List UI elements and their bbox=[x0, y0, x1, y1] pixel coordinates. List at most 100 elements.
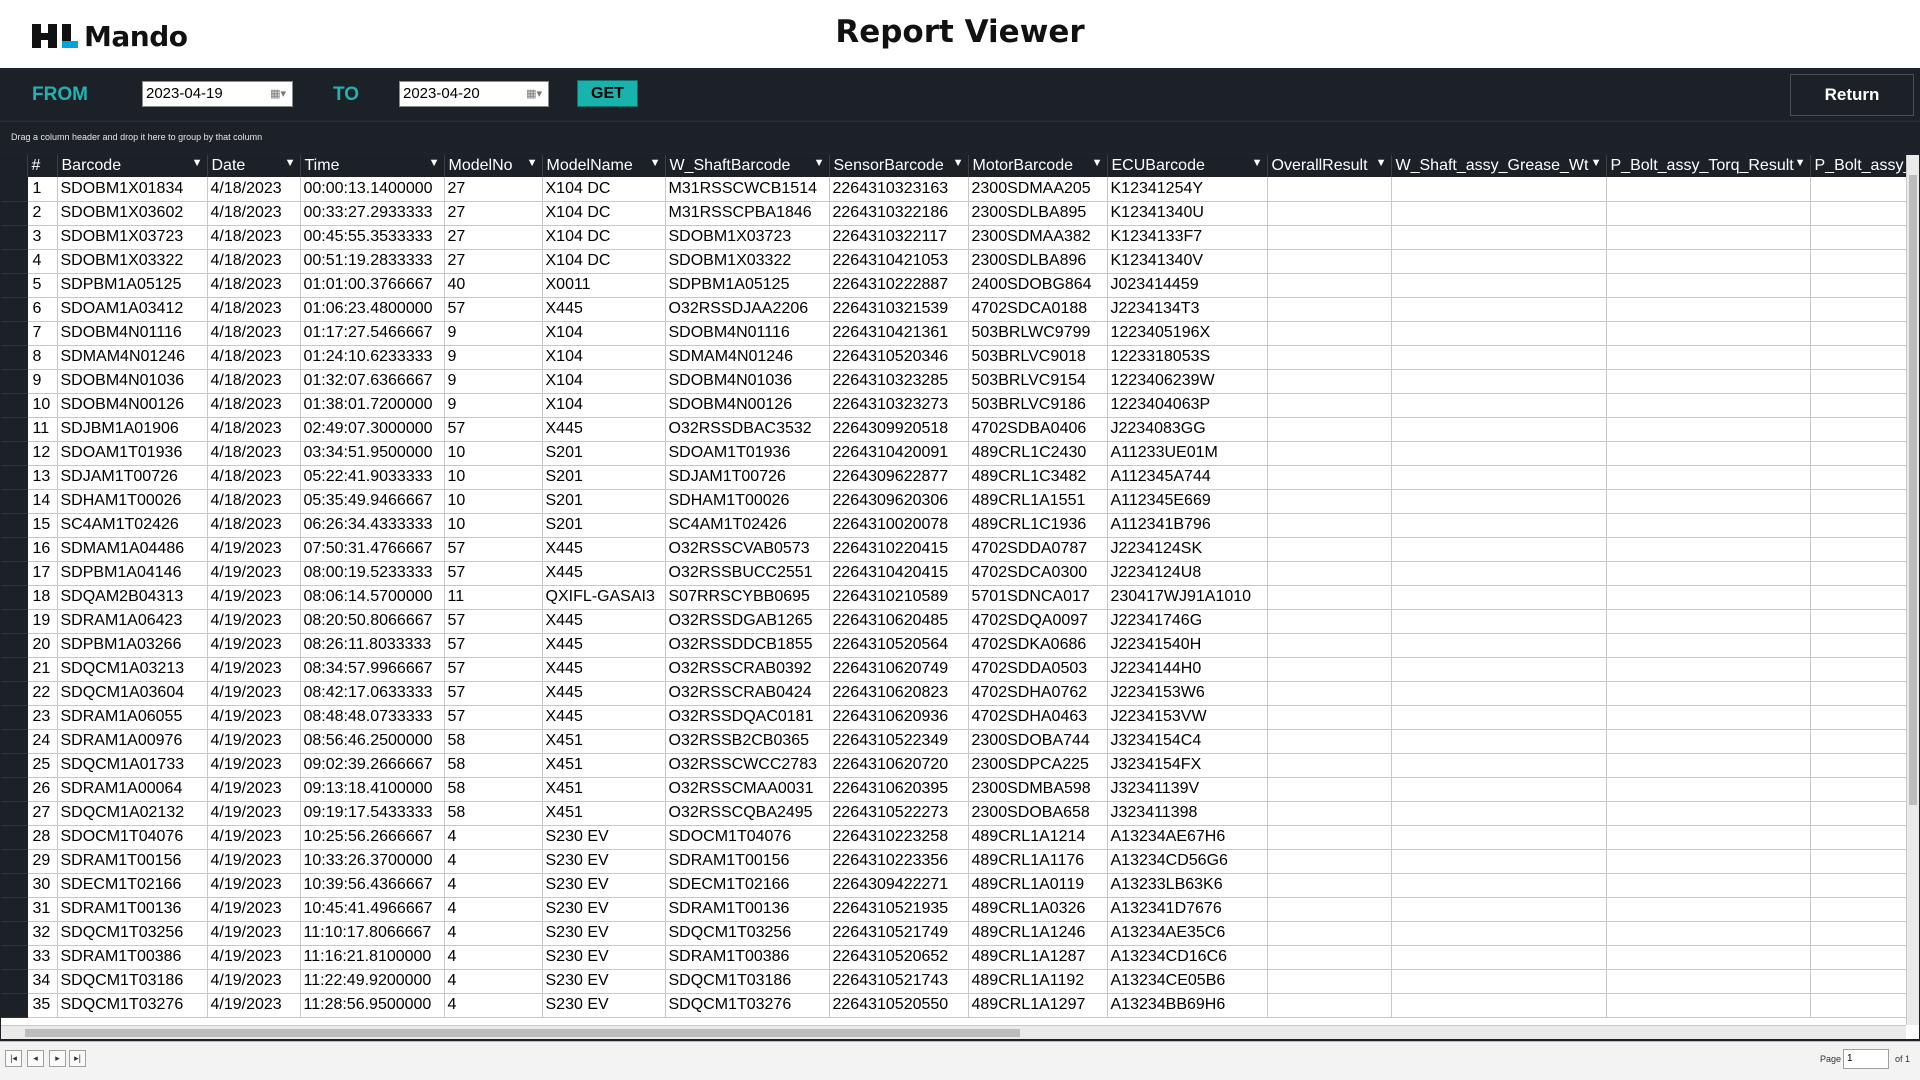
row-selector[interactable] bbox=[1, 777, 28, 802]
table-row[interactable]: 32 SDQCM1T03256 4/19/2023 11:10:17.8066667 4… bbox=[1, 921, 1907, 946]
last-page-icon[interactable]: ▸| bbox=[69, 1050, 86, 1067]
table-row[interactable]: 20 SDPBM1A03266 4/19/2023 08:26:11.8033333 5… bbox=[1, 633, 1907, 658]
table-row[interactable]: 13 SDJAM1T00726 4/18/2023 05:22:41.9033333 1… bbox=[1, 465, 1907, 490]
column-header[interactable]: W_ShaftBarcode ▼ bbox=[665, 155, 830, 177]
row-selector[interactable] bbox=[1, 993, 28, 1018]
table-row[interactable]: 11 SDJBM1A01906 4/18/2023 02:49:07.3000000 5… bbox=[1, 417, 1907, 442]
row-selector[interactable] bbox=[1, 921, 28, 946]
vertical-scroll-thumb[interactable] bbox=[1909, 175, 1917, 805]
table-row[interactable]: 33 SDRAM1T00386 4/19/2023 11:16:21.8100000 4… bbox=[1, 945, 1907, 970]
to-date-picker[interactable]: 2023-04-20 ▦▾ bbox=[399, 81, 549, 107]
filter-icon[interactable]: ▼ bbox=[1795, 157, 1806, 169]
table-row[interactable]: 7 SDOBM4N01116 4/18/2023 01:17:27.5466667 9 X… bbox=[1, 321, 1907, 346]
filter-icon[interactable]: ▼ bbox=[1252, 157, 1263, 169]
calendar-dropdown-icon[interactable]: ▦▾ bbox=[268, 87, 286, 101]
table-row[interactable]: 22 SDQCM1A03604 4/19/2023 08:42:17.0633333 5… bbox=[1, 681, 1907, 706]
calendar-dropdown-icon[interactable]: ▦▾ bbox=[524, 87, 542, 101]
from-date-picker[interactable]: 2023-04-19 ▦▾ bbox=[142, 81, 293, 107]
row-selector[interactable] bbox=[1, 633, 28, 658]
row-selector[interactable] bbox=[1, 225, 28, 250]
table-row[interactable]: 21 SDQCM1A03213 4/19/2023 08:34:57.9966667 5… bbox=[1, 657, 1907, 682]
row-selector[interactable] bbox=[1, 441, 28, 466]
row-selector[interactable] bbox=[1, 609, 28, 634]
row-selector[interactable] bbox=[1, 657, 28, 682]
row-selector[interactable] bbox=[1, 681, 28, 706]
column-header[interactable]: MotorBarcode ▼ bbox=[968, 155, 1108, 177]
row-selector[interactable] bbox=[1, 561, 28, 586]
row-selector[interactable] bbox=[1, 945, 28, 970]
row-selector[interactable] bbox=[1, 465, 28, 490]
column-header[interactable]: ECUBarcode ▼ bbox=[1107, 155, 1268, 177]
table-row[interactable]: 16 SDMAM1A04486 4/19/2023 07:50:31.4766667 5… bbox=[1, 537, 1907, 562]
table-row[interactable]: 8 SDMAM4N01246 4/18/2023 01:24:10.6233333 9 X… bbox=[1, 345, 1907, 370]
column-header[interactable]: # bbox=[27, 155, 58, 177]
group-by-panel[interactable]: Drag a column header and drop it here to… bbox=[0, 121, 1920, 153]
row-selector[interactable] bbox=[1, 705, 28, 730]
row-selector[interactable] bbox=[1, 969, 28, 994]
filter-icon[interactable]: ▼ bbox=[1376, 157, 1387, 169]
table-row[interactable]: 26 SDRAM1A00064 4/19/2023 09:13:18.4100000 5… bbox=[1, 777, 1907, 802]
row-selector[interactable] bbox=[1, 369, 28, 394]
next-page-icon[interactable]: ▸ bbox=[49, 1050, 66, 1067]
first-page-icon[interactable]: |◂ bbox=[5, 1050, 22, 1067]
row-selector[interactable] bbox=[1, 897, 28, 922]
horizontal-scroll-thumb[interactable] bbox=[25, 1029, 1020, 1037]
row-selector[interactable] bbox=[1, 513, 28, 538]
row-selector[interactable] bbox=[1, 297, 28, 322]
table-row[interactable]: 35 SDQCM1T03276 4/19/2023 11:28:56.9500000 4… bbox=[1, 993, 1907, 1018]
row-selector[interactable] bbox=[1, 585, 28, 610]
table-row[interactable]: 28 SDOCM1T04076 4/19/2023 10:25:56.2666667 4… bbox=[1, 825, 1907, 850]
table-row[interactable]: 4 SDOBM1X03322 4/18/2023 00:51:19.2833333 27… bbox=[1, 249, 1907, 274]
table-row[interactable]: 15 SC4AM1T02426 4/18/2023 06:26:34.4333333 1… bbox=[1, 513, 1907, 538]
column-header[interactable]: Date ▼ bbox=[207, 155, 301, 177]
table-row[interactable]: 23 SDRAM1A06055 4/19/2023 08:48:48.0733333 5… bbox=[1, 705, 1907, 730]
filter-icon[interactable]: ▼ bbox=[814, 157, 825, 169]
filter-icon[interactable]: ▼ bbox=[953, 157, 964, 169]
column-header[interactable]: OverallResult ▼ bbox=[1267, 155, 1392, 177]
table-row[interactable]: 34 SDQCM1T03186 4/19/2023 11:22:49.9200000 4… bbox=[1, 969, 1907, 994]
row-selector[interactable] bbox=[1, 345, 28, 370]
column-header[interactable]: ModelNo ▼ bbox=[444, 155, 543, 177]
table-row[interactable]: 19 SDRAM1A06423 4/19/2023 08:20:50.8066667 5… bbox=[1, 609, 1907, 634]
table-row[interactable]: 1 SDOBM1X01834 4/18/2023 00:00:13.1400000 27… bbox=[1, 177, 1907, 202]
column-header[interactable]: Time ▼ bbox=[300, 155, 445, 177]
row-selector[interactable] bbox=[1, 273, 28, 298]
prev-page-icon[interactable]: ◂ bbox=[27, 1050, 44, 1067]
row-selector[interactable] bbox=[1, 825, 28, 850]
row-selector[interactable] bbox=[1, 801, 28, 826]
table-row[interactable]: 29 SDRAM1T00156 4/19/2023 10:33:26.3700000 4… bbox=[1, 849, 1907, 874]
get-button[interactable]: GET bbox=[577, 80, 638, 107]
row-selector[interactable] bbox=[1, 849, 28, 874]
table-row[interactable]: 2 SDOBM1X03602 4/18/2023 00:33:27.2933333 27… bbox=[1, 201, 1907, 226]
column-header[interactable]: P_Bolt_assy_ bbox=[1810, 155, 1907, 177]
column-header[interactable]: ModelName ▼ bbox=[542, 155, 666, 177]
row-selector[interactable] bbox=[1, 393, 28, 418]
filter-icon[interactable]: ▼ bbox=[1092, 157, 1103, 169]
page-number-input[interactable]: 1 bbox=[1843, 1049, 1889, 1069]
table-row[interactable]: 10 SDOBM4N00126 4/18/2023 01:38:01.7200000 9… bbox=[1, 393, 1907, 418]
filter-icon[interactable]: ▼ bbox=[285, 157, 296, 169]
table-row[interactable]: 6 SDOAM1A03412 4/18/2023 01:06:23.4800000 57… bbox=[1, 297, 1907, 322]
column-header[interactable]: P_Bolt_assy_Torq_Result ▼ bbox=[1606, 155, 1811, 177]
filter-icon[interactable]: ▼ bbox=[527, 157, 538, 169]
table-row[interactable]: 9 SDOBM4N01036 4/18/2023 01:32:07.6366667 9 X… bbox=[1, 369, 1907, 394]
filter-icon[interactable]: ▼ bbox=[650, 157, 661, 169]
column-header[interactable]: Barcode ▼ bbox=[57, 155, 208, 177]
row-selector[interactable] bbox=[1, 321, 28, 346]
table-row[interactable]: 24 SDRAM1A00976 4/19/2023 08:56:46.2500000 5… bbox=[1, 729, 1907, 754]
table-row[interactable]: 18 SDQAM2B04313 4/19/2023 08:06:14.5700000 1… bbox=[1, 585, 1907, 610]
horizontal-scrollbar[interactable] bbox=[1, 1025, 1906, 1039]
table-row[interactable]: 31 SDRAM1T00136 4/19/2023 10:45:41.4966667 4… bbox=[1, 897, 1907, 922]
row-selector[interactable] bbox=[1, 489, 28, 514]
row-selector[interactable] bbox=[1, 873, 28, 898]
table-row[interactable]: 27 SDQCM1A02132 4/19/2023 09:19:17.5433333 5… bbox=[1, 801, 1907, 826]
vertical-scrollbar[interactable] bbox=[1906, 155, 1919, 1025]
row-selector[interactable] bbox=[1, 201, 28, 226]
row-selector[interactable] bbox=[1, 177, 28, 202]
row-selector[interactable] bbox=[1, 417, 28, 442]
table-row[interactable]: 25 SDQCM1A01733 4/19/2023 09:02:39.2666667 5… bbox=[1, 753, 1907, 778]
row-selector[interactable] bbox=[1, 753, 28, 778]
column-header[interactable]: W_Shaft_assy_Grease_Wt ▼ bbox=[1391, 155, 1607, 177]
row-selector[interactable] bbox=[1, 249, 28, 274]
filter-icon[interactable]: ▼ bbox=[192, 157, 203, 169]
